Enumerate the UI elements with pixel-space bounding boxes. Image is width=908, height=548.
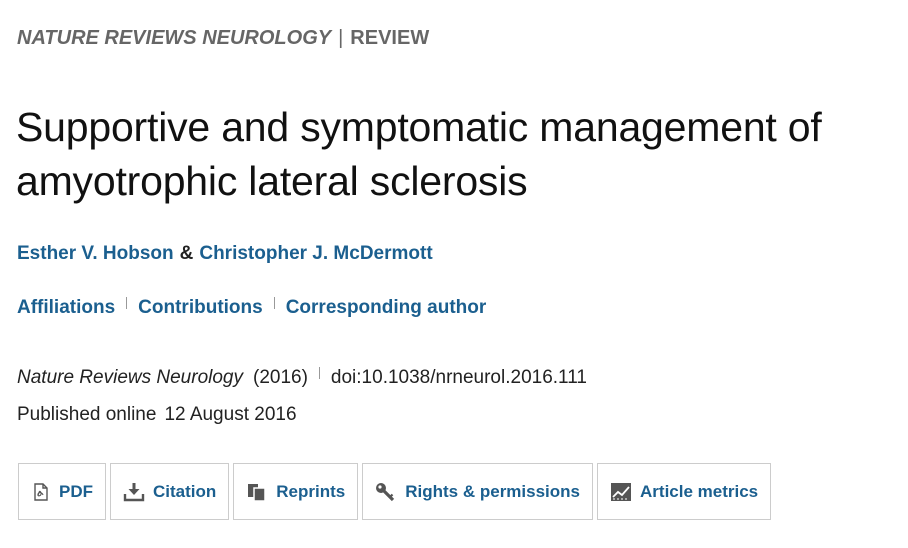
contributions-link[interactable]: Contributions	[138, 297, 263, 319]
journal-header: NATURE REVIEWS NEUROLOGY | REVIEW	[17, 27, 429, 50]
article-title: Supportive and symptomatic management of…	[16, 104, 822, 204]
article-metrics-button[interactable]: Article metrics	[597, 463, 772, 520]
divider	[126, 297, 128, 309]
affiliations-link[interactable]: Affiliations	[17, 297, 115, 319]
article-meta-links: Affiliations Contributions Corresponding…	[17, 297, 486, 319]
article-metrics-button-label: Article metrics	[640, 481, 759, 501]
citation-button-label: Citation	[153, 481, 217, 501]
metrics-icon	[610, 482, 632, 502]
divider	[273, 297, 275, 309]
rights-permissions-button-label: Rights & permissions	[405, 481, 581, 501]
header-separator: |	[338, 27, 344, 49]
corresponding-author-link[interactable]: Corresponding author	[286, 297, 487, 319]
reprints-button-label: Reprints	[276, 481, 346, 501]
author-link-hobson[interactable]: Esther V. Hobson	[17, 243, 174, 264]
rights-permissions-button[interactable]: Rights & permissions	[362, 463, 594, 520]
key-icon	[375, 482, 397, 502]
author-joiner: &	[179, 243, 194, 264]
published-info: Published online 12 August 2016	[17, 404, 297, 426]
published-date: 12 August 2016	[164, 404, 297, 425]
pdf-button[interactable]: PDF	[18, 463, 106, 520]
article-toolbar: PDF Citation Reprints Rights & permissio…	[18, 463, 775, 520]
citation-doi: doi:10.1038/nrneurol.2016.111	[330, 367, 587, 388]
published-label: Published online	[17, 404, 157, 425]
author-list: Esther V. Hobson & Christopher J. McDermot…	[17, 243, 433, 265]
author-link-mcdermott[interactable]: Christopher J. McDermott	[199, 243, 432, 264]
pdf-button-label: PDF	[59, 481, 93, 501]
citation-year: (2016)	[253, 367, 308, 388]
citation-info: Nature Reviews Neurology (2016) doi:10.1…	[17, 367, 587, 389]
divider	[318, 367, 320, 379]
reprints-button[interactable]: Reprints	[233, 463, 359, 520]
citation-journal: Nature Reviews Neurology	[17, 367, 243, 388]
pdf-icon	[31, 482, 51, 502]
reprints-icon	[246, 482, 268, 502]
citation-button[interactable]: Citation	[110, 463, 230, 520]
download-icon	[123, 482, 145, 502]
journal-name: NATURE REVIEWS NEUROLOGY	[17, 27, 332, 49]
article-type: REVIEW	[350, 27, 430, 49]
